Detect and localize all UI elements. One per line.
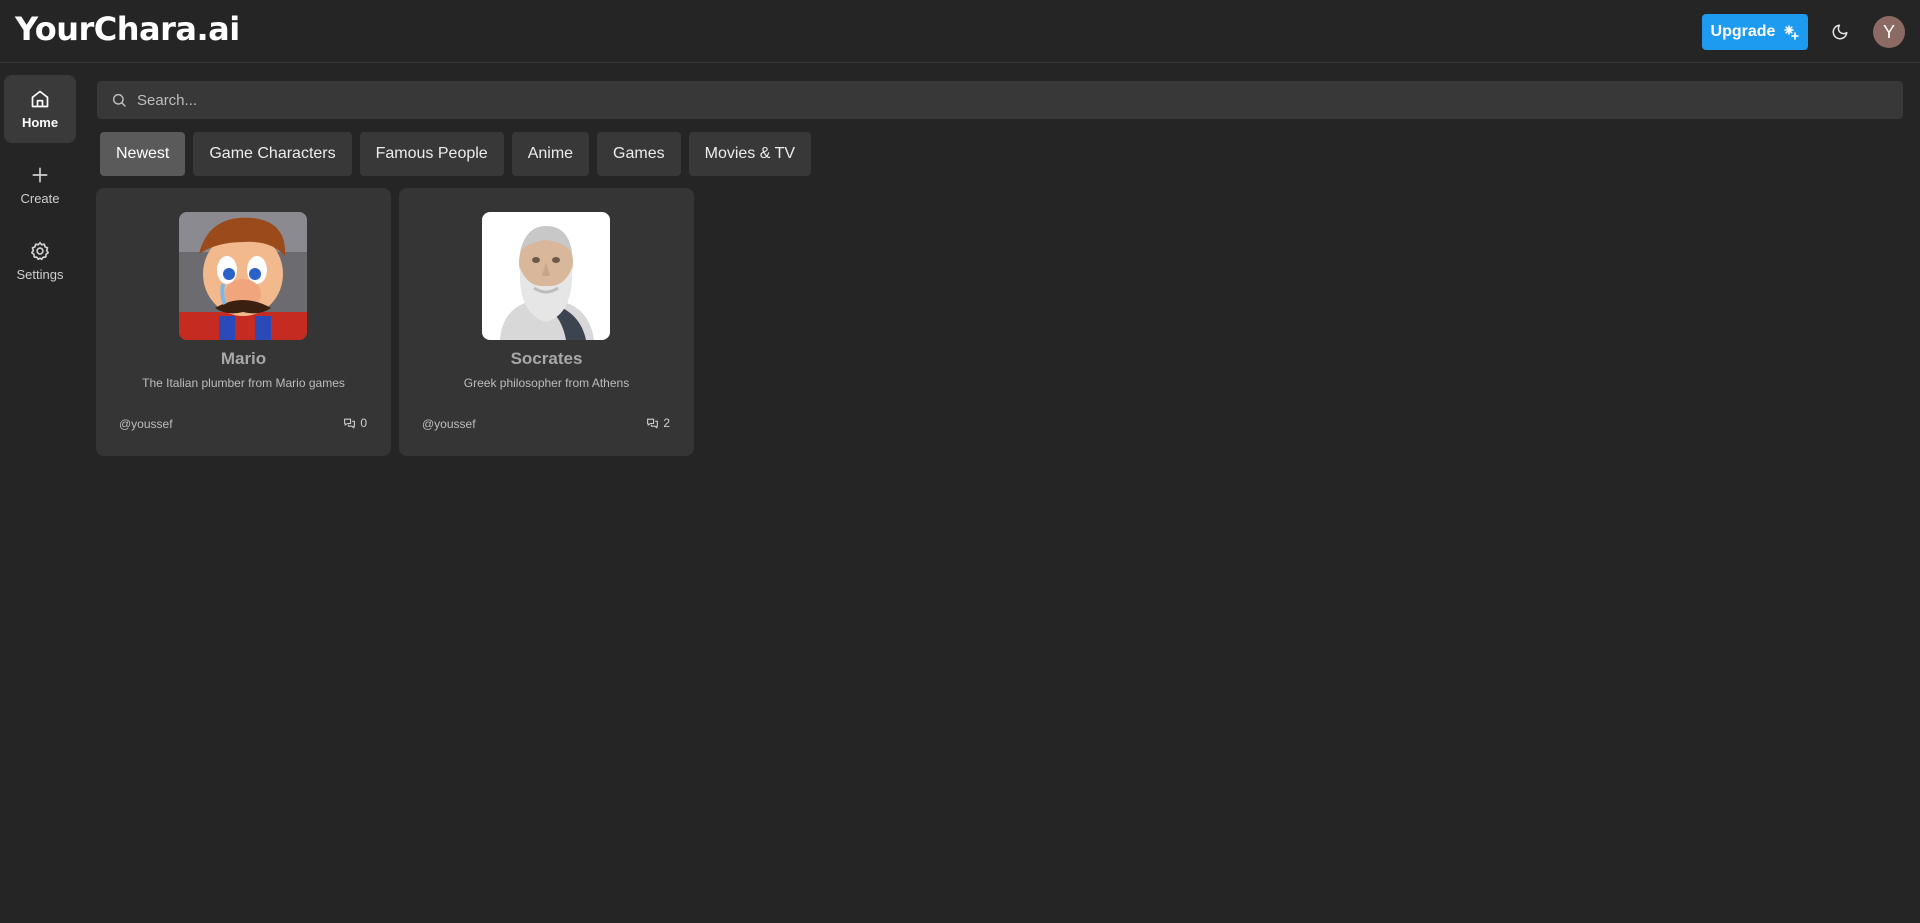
chat-count-value: 0 [360, 416, 367, 430]
top-bar: YourChara.ai Upgrade Y [0, 0, 1920, 63]
character-author: @youssef [119, 417, 173, 431]
character-grid: Mario The Italian plumber from Mario gam… [96, 188, 694, 456]
character-description: The Italian plumber from Mario games [142, 376, 345, 390]
character-name: Socrates [510, 349, 583, 368]
sidebar-item-settings[interactable]: Settings [4, 227, 76, 295]
sparkle-icon [1784, 25, 1800, 40]
app-logo[interactable]: YourChara.ai [15, 10, 240, 48]
home-icon [31, 90, 49, 107]
moon-icon [1832, 24, 1848, 40]
search-icon [112, 93, 126, 107]
socrates-bust-image [482, 212, 610, 340]
character-avatar [179, 212, 307, 340]
chat-count: 0 [343, 416, 367, 430]
tab-game-characters[interactable]: Game Characters [193, 132, 352, 176]
character-avatar [482, 212, 610, 340]
sidebar-item-home[interactable]: Home [4, 75, 76, 143]
chat-bubbles-icon [647, 418, 659, 428]
search-bar [97, 81, 1903, 119]
user-avatar[interactable]: Y [1873, 16, 1905, 48]
tab-movies-tv[interactable]: Movies & TV [688, 132, 812, 176]
gear-icon [31, 241, 50, 260]
tab-famous-people[interactable]: Famous People [359, 132, 504, 176]
sidebar-item-label: Create [20, 190, 60, 206]
character-name: Mario [220, 349, 267, 368]
character-author: @youssef [422, 417, 476, 431]
plus-icon [32, 167, 48, 182]
tab-games[interactable]: Games [597, 132, 681, 176]
sidebar-item-create[interactable]: Create [4, 151, 76, 219]
upgrade-button[interactable]: Upgrade [1702, 14, 1808, 50]
upgrade-label: Upgrade [1710, 23, 1776, 40]
sidebar-item-label: Settings [16, 266, 64, 282]
sidebar: Home Create Settings [4, 75, 76, 303]
mario-portrait-image [179, 212, 307, 340]
sidebar-item-label: Home [21, 114, 59, 130]
chat-bubbles-icon [344, 418, 356, 428]
tab-anime[interactable]: Anime [511, 132, 590, 176]
character-card[interactable]: Socrates Greek philosopher from Athens @… [399, 188, 694, 456]
character-card[interactable]: Mario The Italian plumber from Mario gam… [96, 188, 391, 456]
tab-newest[interactable]: Newest [100, 132, 186, 176]
character-description: Greek philosopher from Athens [463, 376, 630, 390]
theme-toggle-button[interactable] [1826, 18, 1854, 46]
chat-count: 2 [646, 416, 670, 430]
category-tabs: Newest Game Characters Famous People Ani… [100, 132, 812, 176]
search-input[interactable] [137, 91, 1837, 109]
chat-count-value: 2 [663, 416, 670, 430]
